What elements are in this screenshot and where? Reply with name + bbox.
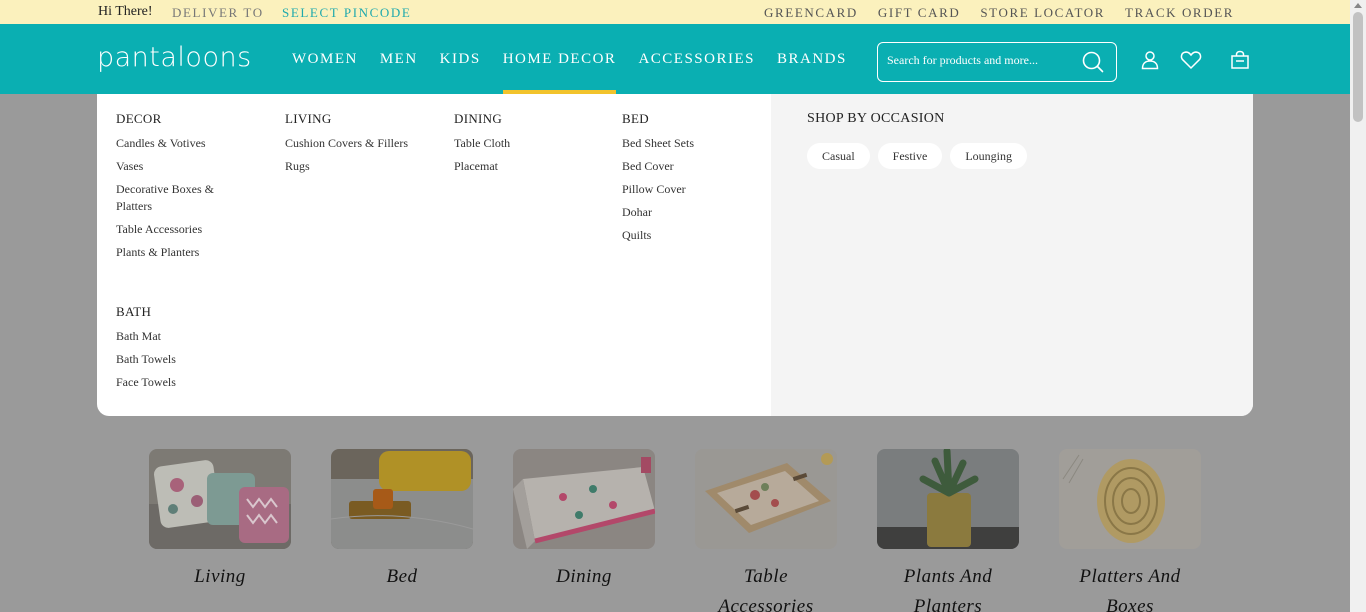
nav-accessories[interactable]: ACCESSORIES xyxy=(638,24,755,94)
category-tile-living[interactable]: Living xyxy=(149,449,291,592)
scrollbar-thumb[interactable] xyxy=(1353,12,1363,122)
menu-link[interactable]: Candles & Votives xyxy=(116,135,236,152)
store-locator-link[interactable]: STORE LOCATOR xyxy=(980,5,1105,21)
greencard-link[interactable]: GREENCARD xyxy=(764,5,858,21)
plants-planters-image xyxy=(877,449,1019,549)
greeting-text: Hi There! xyxy=(98,4,153,19)
menu-heading[interactable]: BATH xyxy=(116,304,266,320)
page-scrollbar[interactable] xyxy=(1350,0,1366,612)
dining-image xyxy=(513,449,655,549)
menu-column-dining: DINING Table Cloth Placemat xyxy=(454,111,604,181)
user-icon[interactable] xyxy=(1140,50,1160,75)
shop-by-occasion-panel: SHOP BY OCCASION Casual Festive Lounging xyxy=(771,94,1253,416)
bag-icon[interactable] xyxy=(1230,50,1250,75)
category-label: Living xyxy=(194,566,246,587)
menu-link[interactable]: Bath Mat xyxy=(116,328,266,345)
heart-icon[interactable] xyxy=(1180,50,1202,75)
category-tile-plants-planters[interactable]: Plants And Planters xyxy=(877,449,1019,612)
menu-link[interactable]: Dohar xyxy=(622,204,772,221)
category-label: Platters And Boxes xyxy=(1079,566,1181,612)
category-tile-table-accessories[interactable]: Table Accessories xyxy=(695,449,837,612)
category-label: Table Accessories xyxy=(718,566,814,612)
menu-link[interactable]: Vases xyxy=(116,158,236,175)
category-tile-platters-boxes[interactable]: Platters And Boxes xyxy=(1059,449,1201,612)
menu-link[interactable]: Face Towels xyxy=(116,374,266,391)
table-accessories-image xyxy=(695,449,837,549)
chip-festive[interactable]: Festive xyxy=(877,143,943,169)
menu-link[interactable]: Bath Towels xyxy=(116,351,266,368)
chip-casual[interactable]: Casual xyxy=(807,143,870,169)
nav-men[interactable]: MEN xyxy=(380,24,418,94)
select-pincode-link[interactable]: SELECT PINCODE xyxy=(282,5,411,21)
top-links: GREENCARD GIFT CARD STORE LOCATOR TRACK … xyxy=(764,5,1234,21)
nav-women[interactable]: WOMEN xyxy=(292,24,358,94)
menu-link[interactable]: Cushion Covers & Fillers xyxy=(285,135,435,152)
pantaloons-logo[interactable]: pantaloons xyxy=(97,42,252,73)
menu-heading[interactable]: DINING xyxy=(454,111,604,127)
menu-link[interactable]: Pillow Cover xyxy=(622,181,772,198)
main-header: pantaloons WOMEN MEN KIDS HOME DECOR ACC… xyxy=(0,24,1350,94)
category-tile-dining[interactable]: Dining xyxy=(513,449,655,592)
occasion-title: SHOP BY OCCASION xyxy=(807,111,945,126)
main-nav: WOMEN MEN KIDS HOME DECOR ACCESSORIES BR… xyxy=(292,24,869,94)
menu-link[interactable]: Bed Cover xyxy=(622,158,772,175)
home-decor-mega-menu: DECOR Candles & Votives Vases Decorative… xyxy=(97,94,1253,416)
menu-link[interactable]: Quilts xyxy=(622,227,772,244)
search-icon[interactable] xyxy=(1082,51,1104,78)
deliver-to-label: DELIVER TO xyxy=(172,5,264,20)
menu-link[interactable]: Table Accessories xyxy=(116,221,236,238)
menu-link[interactable]: Bed Sheet Sets xyxy=(622,135,772,152)
nav-brands[interactable]: BRANDS xyxy=(777,24,847,94)
category-tile-bed[interactable]: Bed xyxy=(331,449,473,592)
menu-column-bed: BED Bed Sheet Sets Bed Cover Pillow Cove… xyxy=(622,111,772,250)
menu-link[interactable]: Rugs xyxy=(285,158,435,175)
bed-image xyxy=(331,449,473,549)
category-label: Bed xyxy=(386,566,418,587)
menu-column-living: LIVING Cushion Covers & Fillers Rugs xyxy=(285,111,435,181)
menu-heading[interactable]: DECOR xyxy=(116,111,236,127)
gift-card-link[interactable]: GIFT CARD xyxy=(878,5,960,21)
search-input[interactable] xyxy=(887,53,1077,68)
nav-kids[interactable]: KIDS xyxy=(440,24,481,94)
top-bar: Hi There! DELIVER TO SELECT PINCODE GREE… xyxy=(0,0,1350,24)
menu-heading[interactable]: BED xyxy=(622,111,772,127)
menu-column-decor: DECOR Candles & Votives Vases Decorative… xyxy=(116,111,236,267)
platters-boxes-image xyxy=(1059,449,1201,549)
scroll-up-arrow-icon[interactable] xyxy=(1354,3,1362,8)
category-label: Plants And Planters xyxy=(903,566,993,612)
chip-lounging[interactable]: Lounging xyxy=(950,143,1028,169)
menu-link[interactable]: Placemat xyxy=(454,158,604,175)
menu-column-bath: BATH Bath Mat Bath Towels Face Towels xyxy=(116,304,266,397)
track-order-link[interactable]: TRACK ORDER xyxy=(1125,5,1234,21)
menu-link[interactable]: Decorative Boxes & Platters xyxy=(116,181,236,215)
occasion-chips: Casual Festive Lounging xyxy=(807,143,1028,169)
living-image xyxy=(149,449,291,549)
category-label: Dining xyxy=(556,566,612,587)
menu-heading[interactable]: LIVING xyxy=(285,111,435,127)
menu-link[interactable]: Table Cloth xyxy=(454,135,604,152)
nav-home-decor[interactable]: HOME DECOR xyxy=(502,24,617,94)
search-box xyxy=(877,42,1117,82)
menu-link[interactable]: Plants & Planters xyxy=(116,244,236,261)
